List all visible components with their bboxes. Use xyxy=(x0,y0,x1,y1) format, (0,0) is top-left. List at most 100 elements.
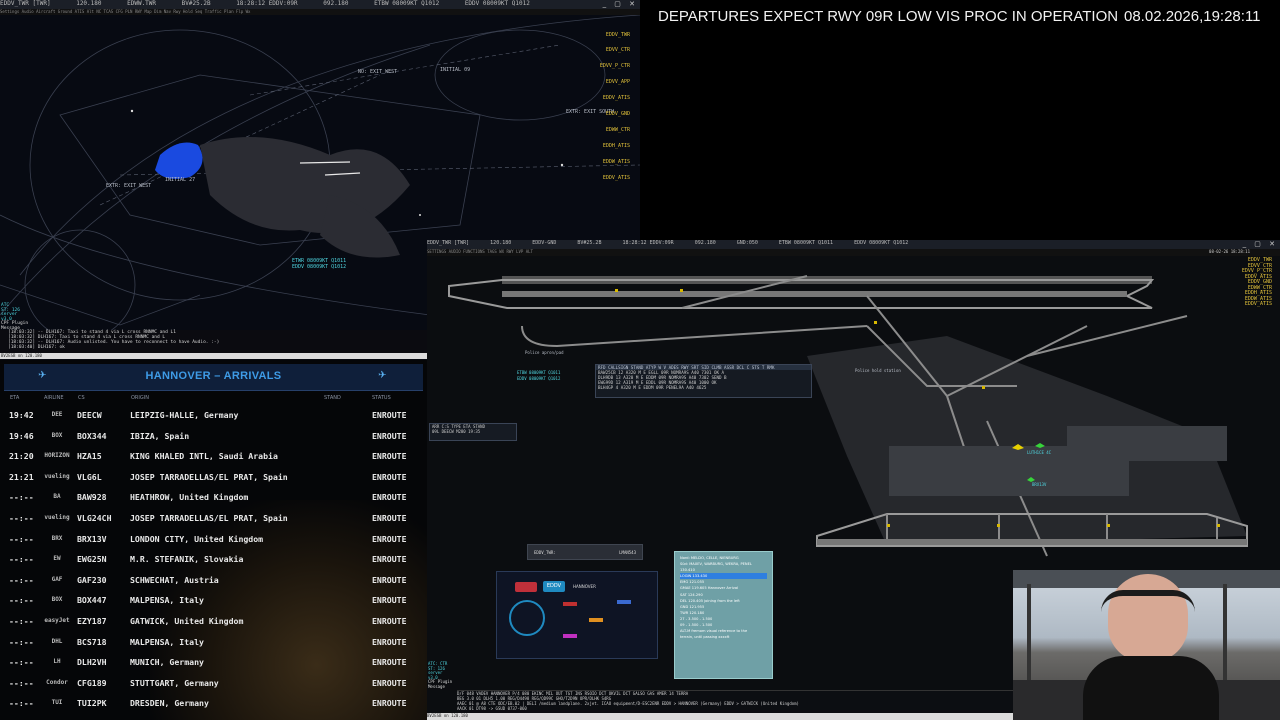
arrival-row: --:-- easyJet EZY187 GATWICK, United Kingdo… xyxy=(4,610,423,630)
controller-item: EDDV_ATIS xyxy=(1244,301,1272,307)
col-stand: STAND xyxy=(324,395,341,401)
airline-logo: DHL xyxy=(51,637,63,645)
controller-item: EDWW_CTR xyxy=(605,126,630,133)
eta-cell: --:-- xyxy=(9,574,34,585)
eta-cell: --:-- xyxy=(9,636,34,647)
departure-row[interactable]: BLH4GP 4 A320 M E EDDM 09R PENEL9A A40 4… xyxy=(596,385,811,390)
callsign-cell: GAF230 xyxy=(77,574,107,585)
metar-label: EDDV 08009KT Q1012 xyxy=(292,264,346,270)
atis-banner: DEPARTURES EXPECT RWY 09R LOW VIS PROC I… xyxy=(658,8,1119,25)
vaccs-audio-panel[interactable]: EDDV HANNOVER xyxy=(496,571,658,659)
eta-cell: 19:42 xyxy=(9,410,34,420)
status-cell: ENROUTE xyxy=(372,636,407,647)
status-cell: ENROUTE xyxy=(372,451,407,462)
ground-datetime: 08-02-26 18:28:11 xyxy=(1209,249,1250,254)
origin-cell: LEIPZIG-HALLE, Germany xyxy=(130,410,239,420)
controller-item: EDDV_TWR xyxy=(605,31,630,38)
callsign-cell: BAW928 xyxy=(77,492,107,503)
ground-title-item: EDDV-GND xyxy=(532,240,557,246)
arrival-row[interactable]: 09L DEECW M280 19:35 xyxy=(432,429,516,434)
board-title: HANNOVER – ARRIVALS xyxy=(145,370,282,382)
radar-title-item: 092.180 xyxy=(323,0,349,7)
metar-label: EDDV 08009KT Q1012 xyxy=(517,376,561,381)
radar-statusbar: BV2ESB on 120.180 xyxy=(0,353,428,359)
col-origin: ORIGIN xyxy=(131,395,149,401)
status-cell: ENROUTE xyxy=(372,657,407,668)
status-cell: ENROUTE xyxy=(372,677,407,688)
board-header: ✈ HANNOVER – ARRIVALS ✈ xyxy=(4,364,423,391)
status-cell: ENROUTE xyxy=(372,410,407,420)
radar-title-item: 120.180 xyxy=(76,0,102,7)
callsign-cell: EZY187 xyxy=(77,616,107,626)
ground-menu[interactable]: SETTINGS AUDIO FUNCTIONS TAGS WX RWY LVP… xyxy=(427,249,533,254)
station-box[interactable]: EDDV_TWR: LMAN543 xyxy=(527,544,643,560)
eta-cell: --:-- xyxy=(9,492,34,503)
origin-cell: HEATHROW, United Kingdom xyxy=(130,492,249,503)
arrival-list[interactable]: ARR C:S TYPE ETA STAND 09L DEECW M280 19… xyxy=(429,423,517,441)
map-label: NO: EXIT WEST xyxy=(358,69,397,75)
station-name: EDDV_TWR: xyxy=(534,550,556,555)
callsign-cell: HZA15 xyxy=(77,451,102,462)
headset xyxy=(1101,590,1195,612)
radar-title-item: 18:28:12 EDDV:09R xyxy=(236,0,298,7)
radar-title-item: EDWW.TWR xyxy=(127,0,157,7)
airline-logo: GAF xyxy=(51,575,63,583)
vaccs-indicator xyxy=(589,618,603,622)
origin-cell: JOSEP TARRADELLAS/EL PRAT, Spain xyxy=(130,471,288,482)
streamer-webcam xyxy=(1013,570,1280,720)
aircraft-tag[interactable]: LUTH1CE 4C xyxy=(1027,450,1052,455)
origin-cell: DRESDEN, Germany xyxy=(130,698,209,709)
origin-cell: MUNICH, Germany xyxy=(130,657,204,668)
airline-logo: BA xyxy=(53,493,61,501)
callsign-cell: VLG6L xyxy=(77,471,102,482)
status-cell: ENROUTE xyxy=(372,533,407,544)
eta-cell: 21:20 xyxy=(9,451,34,462)
callsign-cell: TUI2PK xyxy=(77,698,107,709)
arrival-row: 19:46 BOX BOX344 IBIZA, Spain ENROUTE xyxy=(4,425,423,445)
status-cell: ENROUTE xyxy=(372,574,407,585)
arrival-plane-icon: ✈ xyxy=(378,370,387,381)
connection-info: ATC ST: 126 server v3.0 CPF Plugin Messa… xyxy=(1,303,28,331)
vaccs-indicator xyxy=(563,634,577,638)
banner-datetime: 08.02.2026,19:28:11 xyxy=(1124,8,1261,25)
arrival-row: 21:21 vueling VLG6L JOSEP TARRADELLAS/EL PR… xyxy=(4,466,423,486)
ground-statusbar: BV2ESB on 120.180 xyxy=(427,713,1013,720)
window-controls[interactable]: _ ▢ ✕ xyxy=(1243,240,1278,248)
strip-line: AACK 01 DT98 -> GSUD 0737-060 xyxy=(457,706,527,711)
arrival-row: 21:20 HORIZON HZA15 KING KHALED INTL, Saudi… xyxy=(4,445,423,465)
airline-logo: vueling xyxy=(44,472,70,480)
controller-item: EDVV_P_CTR xyxy=(599,63,630,70)
arrival-row: --:-- DHL BCS718 MALPENSA, Italy ENROUTE xyxy=(4,631,423,651)
eta-cell: --:-- xyxy=(9,533,34,544)
callsign-cell: BOX447 xyxy=(77,595,107,606)
callsign-cell: DEECW xyxy=(77,410,102,420)
origin-cell: IBIZA, Spain xyxy=(130,430,190,441)
ground-menubar[interactable]: SETTINGS AUDIO FUNCTIONS TAGS WX RWY LVP… xyxy=(427,249,1280,256)
departure-list[interactable]: RFD CALLSIGN STAND ATYP W V ADES RWY SRT… xyxy=(595,364,812,398)
arrival-row: --:-- BOX BOX447 MALPENSA, Italy ENROUTE xyxy=(4,589,423,609)
ground-title-item: ETBW 08009KT Q1011 xyxy=(778,240,834,246)
window-controls[interactable]: _ ▢ ✕ xyxy=(603,0,638,8)
airline-logo: HORIZON xyxy=(44,452,70,460)
radar-title-item: BV#25.2B xyxy=(181,0,211,7)
status-cell: ENROUTE xyxy=(372,513,407,523)
airline-logo: Condor xyxy=(46,678,68,686)
vaccs-dial[interactable] xyxy=(509,600,545,636)
status-cell: ENROUTE xyxy=(372,595,407,606)
arrival-row: --:-- Condor CFG189 STUTTGART, Germany ENROU… xyxy=(4,672,423,692)
airline-logo: TUI xyxy=(51,699,63,707)
eta-cell: 21:21 xyxy=(9,471,34,482)
col-status: STATUS xyxy=(372,395,391,401)
vaccs-station[interactable]: EDDV xyxy=(543,581,565,592)
controller-item: EDDV_GND xyxy=(605,111,630,118)
vaccs-logo xyxy=(515,582,537,592)
controller-item: EDDW_ATIS xyxy=(602,158,630,165)
arrivals-board: ✈ HANNOVER – ARRIVALS ✈ ETA AIRLINE CS O… xyxy=(0,360,427,720)
message-log[interactable]: [18:03:32] -- DLH167: Taxi to stand 4 vi… xyxy=(0,330,427,353)
metar-label: ETBW 08009KT Q1011 xyxy=(517,370,561,375)
ground-title-item: 092.180 xyxy=(694,240,716,246)
vaccs-tab[interactable]: HANNOVER xyxy=(573,584,596,589)
arrival-row: --:-- GAF GAF230 SCHWECHAT, Austria ENROUTE xyxy=(4,569,423,589)
ground-title-item: EDDV_TWR [TWR] xyxy=(427,240,470,246)
aircraft-tag[interactable]: BRX13V xyxy=(1032,482,1047,487)
